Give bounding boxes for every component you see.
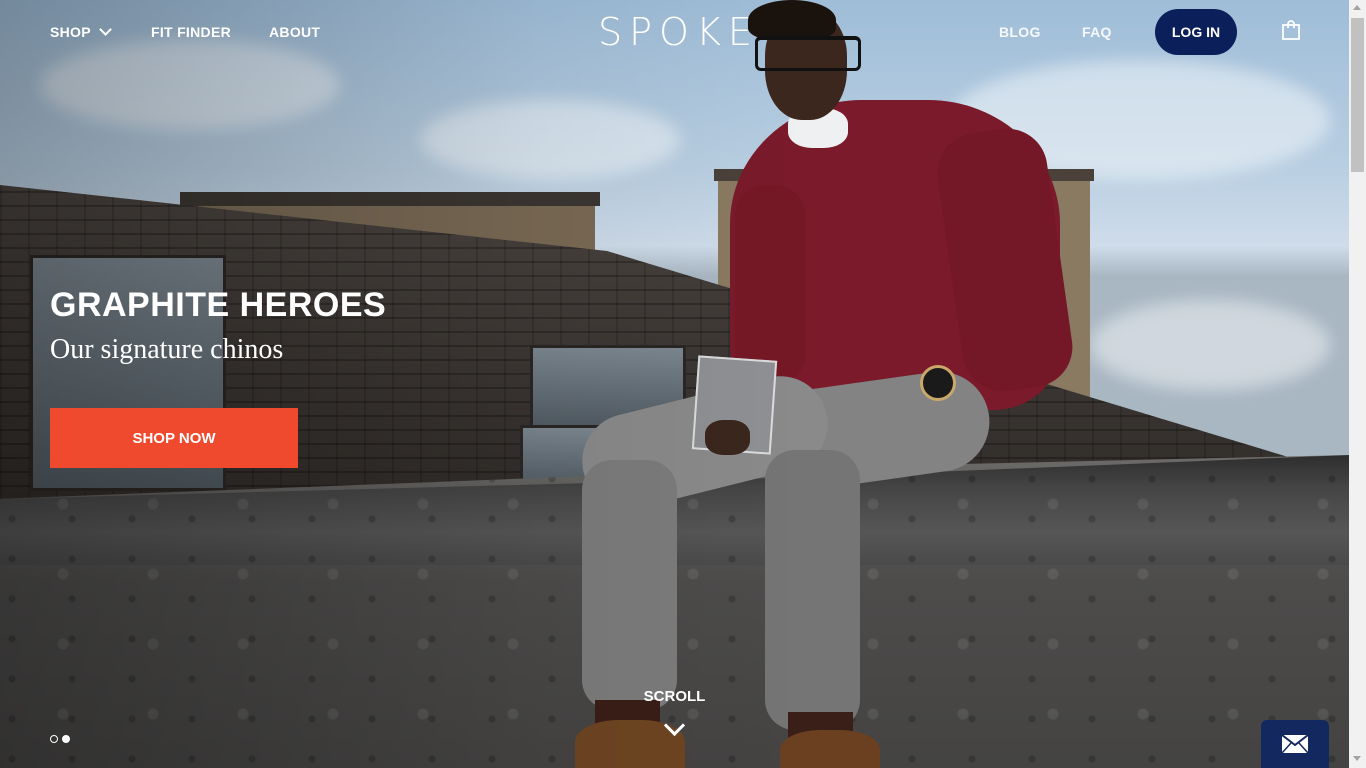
- nav-fit-finder[interactable]: FIT FINDER: [151, 24, 231, 40]
- shopping-bag-icon[interactable]: [1282, 20, 1300, 40]
- nav-blog[interactable]: BLOG: [999, 24, 1041, 40]
- carousel-dot[interactable]: [50, 735, 58, 743]
- chevron-down-icon: [99, 23, 112, 36]
- carousel-dot-active[interactable]: [62, 735, 70, 743]
- scrollbar-thumb[interactable]: [1351, 18, 1364, 172]
- shop-now-button[interactable]: SHOP NOW: [50, 408, 298, 468]
- nav-shop[interactable]: SHOP: [50, 23, 112, 40]
- envelope-icon: [1281, 734, 1309, 754]
- hero-title: GRAPHITE HEROES: [50, 286, 387, 324]
- scroll-down-arrow-icon[interactable]: [1353, 756, 1361, 761]
- top-nav: SHOP FIT FINDER ABOUT SPOKE BLOG FAQ LOG…: [0, 0, 1349, 64]
- page-scrollbar[interactable]: [1349, 0, 1366, 768]
- brand-logo[interactable]: SPOKE: [598, 10, 759, 54]
- nav-shop-label: SHOP: [50, 24, 91, 40]
- nav-about[interactable]: ABOUT: [269, 24, 320, 40]
- hero-subtitle: Our signature chinos: [50, 334, 284, 365]
- contact-mail-button[interactable]: [1261, 720, 1329, 768]
- scroll-up-arrow-icon[interactable]: [1353, 5, 1361, 10]
- carousel-dots: [50, 735, 70, 743]
- nav-faq[interactable]: FAQ: [1082, 24, 1112, 40]
- scroll-label[interactable]: SCROLL: [0, 688, 1349, 705]
- hero-banner: SHOP FIT FINDER ABOUT SPOKE BLOG FAQ LOG…: [0, 0, 1349, 768]
- login-button[interactable]: LOG IN: [1155, 9, 1237, 55]
